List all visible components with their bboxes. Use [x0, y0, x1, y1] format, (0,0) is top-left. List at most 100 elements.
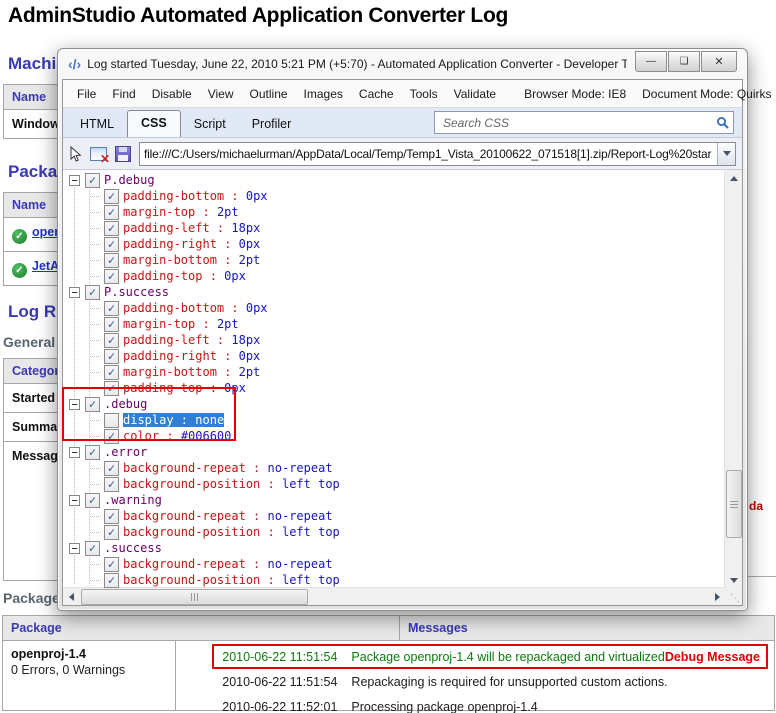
close-button[interactable]: ✕ — [701, 51, 737, 72]
css-property-row[interactable]: ✓padding-left : 18px — [63, 220, 725, 236]
minimize-button[interactable]: — — [635, 51, 667, 72]
package-status: 0 Errors, 0 Warnings — [11, 663, 167, 677]
css-property-row[interactable]: ✓padding-left : 18px — [63, 332, 725, 348]
menu-images[interactable]: Images — [296, 83, 351, 105]
vertical-scrollbar-thumb[interactable] — [726, 470, 742, 538]
rule-checkbox[interactable]: ✓ — [85, 445, 100, 460]
select-element-cursor-icon[interactable] — [69, 146, 82, 162]
browser-mode-menu[interactable]: Browser Mode: IE8 — [516, 83, 634, 105]
css-property-row[interactable]: ✓background-repeat : no-repeat — [63, 556, 725, 572]
css-property-row[interactable]: ✓padding-right : 0px — [63, 348, 725, 364]
maximize-button[interactable]: ❏ — [668, 51, 700, 72]
log-message: 2010-06-22 11:51:54 Package openproj-1.4… — [212, 644, 768, 669]
titlebar[interactable]: ‹/› Log started Tuesday, June 22, 2010 5… — [58, 49, 747, 79]
css-property-name: background-position — [123, 477, 260, 491]
collapse-icon[interactable] — [69, 543, 80, 554]
menu-file[interactable]: File — [69, 83, 104, 105]
vertical-scrollbar[interactable] — [724, 170, 742, 588]
css-rule-row[interactable]: ✓.success — [63, 540, 725, 556]
horizontal-scrollbar-thumb[interactable] — [81, 589, 308, 605]
css-property-value: left top — [282, 573, 340, 587]
rule-checkbox[interactable]: ✓ — [104, 477, 119, 492]
menu-view[interactable]: View — [200, 83, 242, 105]
css-property-name: padding-right — [123, 349, 217, 363]
css-property-value: 2pt — [239, 253, 261, 267]
collapse-icon[interactable] — [69, 175, 80, 186]
combobox-dropdown-button[interactable] — [717, 143, 735, 165]
scroll-right-button[interactable] — [709, 589, 725, 605]
rule-checkbox[interactable]: ✓ — [104, 189, 119, 204]
rule-checkbox[interactable]: ✓ — [104, 509, 119, 524]
package-link[interactable]: JetA — [32, 259, 59, 273]
rule-checkbox[interactable]: ✓ — [85, 285, 100, 300]
save-icon[interactable] — [115, 146, 131, 162]
menu-find[interactable]: Find — [104, 83, 143, 105]
scroll-down-button[interactable] — [725, 572, 742, 588]
css-property-value: 0px — [246, 301, 268, 315]
css-property-row[interactable]: ✓margin-bottom : 2pt — [63, 364, 725, 380]
css-property-row[interactable]: ✓margin-top : 2pt — [63, 316, 725, 332]
css-property-row[interactable]: ✓background-position : left top — [63, 572, 725, 588]
developer-tools-window: ‹/› Log started Tuesday, June 22, 2010 5… — [57, 48, 748, 611]
tab-css[interactable]: CSS — [127, 110, 181, 137]
package-name: openproj-1.4 — [11, 647, 167, 661]
css-property-row[interactable]: ✓background-position : left top — [63, 524, 725, 540]
css-rule-row[interactable]: ✓.warning — [63, 492, 725, 508]
scroll-left-button[interactable] — [63, 589, 79, 605]
scroll-up-button[interactable] — [725, 170, 742, 186]
css-property-row[interactable]: ✓padding-top : 0px — [63, 268, 725, 284]
css-property-row[interactable]: ✓margin-top : 2pt — [63, 204, 725, 220]
rule-checkbox[interactable]: ✓ — [104, 205, 119, 220]
resize-grip-icon[interactable]: ⋱ — [725, 588, 742, 605]
collapse-icon[interactable] — [69, 495, 80, 506]
css-rule-row[interactable]: ✓ P.success — [63, 284, 725, 300]
rule-checkbox[interactable]: ✓ — [104, 461, 119, 476]
document-mode-menu[interactable]: Document Mode: Quirks — [634, 83, 776, 105]
css-property-row[interactable]: ✓padding-bottom : 0px — [63, 300, 725, 316]
menu-validate[interactable]: Validate — [446, 83, 504, 105]
rule-checkbox[interactable]: ✓ — [104, 525, 119, 540]
css-property-row[interactable]: ✓background-repeat : no-repeat — [63, 460, 725, 476]
rule-checkbox[interactable]: ✓ — [104, 269, 119, 284]
css-rule-row[interactable]: ✓.error — [63, 444, 725, 460]
rule-checkbox[interactable]: ✓ — [104, 557, 119, 572]
tab-html[interactable]: HTML — [67, 112, 127, 137]
rule-checkbox[interactable]: ✓ — [85, 173, 100, 188]
css-property-row[interactable]: ✓padding-bottom : 0px — [63, 188, 725, 204]
rule-checkbox[interactable]: ✓ — [104, 333, 119, 348]
rule-checkbox[interactable]: ✓ — [104, 349, 119, 364]
rule-checkbox[interactable]: ✓ — [104, 237, 119, 252]
css-property-row[interactable]: ✓background-position : left top — [63, 476, 725, 492]
css-property-value: left top — [282, 477, 340, 491]
message-timestamp: 2010-06-22 11:51:54 — [222, 650, 337, 664]
rule-checkbox[interactable]: ✓ — [85, 541, 100, 556]
css-property-row[interactable]: ✓background-repeat : no-repeat — [63, 508, 725, 524]
menu-disable[interactable]: Disable — [144, 83, 200, 105]
css-property-row[interactable]: ✓margin-bottom : 2pt — [63, 252, 725, 268]
css-rule-row[interactable]: ✓P.debug — [63, 172, 725, 188]
rule-checkbox[interactable]: ✓ — [104, 301, 119, 316]
rule-checkbox[interactable]: ✓ — [104, 221, 119, 236]
tab-profiler[interactable]: Profiler — [239, 112, 305, 137]
menu-cache[interactable]: Cache — [351, 83, 402, 105]
search-input[interactable] — [441, 115, 716, 131]
css-selector: P.success — [104, 285, 169, 299]
rule-checkbox[interactable]: ✓ — [104, 365, 119, 380]
tab-script[interactable]: Script — [181, 112, 239, 137]
log-message: 2010-06-22 11:52:01 Processing package o… — [212, 694, 768, 713]
rule-checkbox[interactable]: ✓ — [104, 317, 119, 332]
rule-checkbox[interactable]: ✓ — [85, 493, 100, 508]
css-property-row[interactable]: ✓padding-right : 0px — [63, 236, 725, 252]
success-check-icon: ✓ — [12, 229, 27, 244]
rule-checkbox[interactable]: ✓ — [104, 573, 119, 588]
search-icon[interactable] — [716, 116, 729, 129]
menu-tools[interactable]: Tools — [402, 83, 446, 105]
collapse-icon[interactable] — [69, 447, 80, 458]
horizontal-scrollbar[interactable] — [63, 587, 725, 605]
window-title: Log started Tuesday, June 22, 2010 5:21 … — [87, 57, 627, 71]
stylesheet-combobox[interactable]: file:///C:/Users/michaelurman/AppData/Lo… — [139, 142, 736, 166]
clear-browser-cache-icon[interactable] — [90, 147, 107, 161]
collapse-icon[interactable] — [69, 287, 80, 298]
rule-checkbox[interactable]: ✓ — [104, 253, 119, 268]
menu-outline[interactable]: Outline — [242, 83, 296, 105]
